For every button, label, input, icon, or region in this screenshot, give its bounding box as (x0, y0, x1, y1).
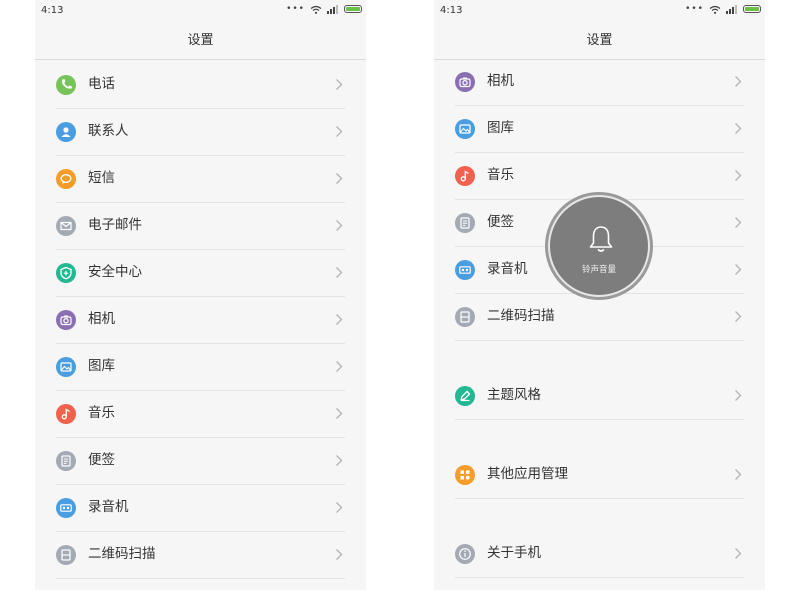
battery-icon (743, 5, 761, 13)
chevron-right-icon (335, 263, 343, 282)
settings-item-label: 音乐 (88, 405, 115, 421)
settings-item-label: 短信 (88, 170, 115, 186)
settings-item[interactable]: 相机 (455, 58, 744, 106)
status-time: 4:13 (440, 5, 463, 16)
chevron-right-icon (734, 386, 742, 405)
settings-item-label: 电话 (88, 76, 115, 92)
chevron-right-icon (335, 122, 343, 141)
settings-item[interactable]: 二维码扫描 (56, 531, 345, 579)
chevron-right-icon (734, 260, 742, 279)
chevron-right-icon (335, 75, 343, 94)
wifi-icon (310, 5, 322, 14)
recorder-icon (56, 497, 76, 518)
settings-item-label: 图库 (88, 358, 115, 374)
gallery-icon (56, 356, 76, 377)
settings-item-label: 关于手机 (487, 545, 541, 561)
notification-dots-icon: ••• (286, 4, 305, 14)
bell-icon (589, 226, 613, 252)
settings-item-label: 便签 (487, 214, 514, 230)
notification-dots-icon: ••• (685, 4, 704, 14)
chevron-right-icon (734, 307, 742, 326)
settings-item-label: 二维码扫描 (487, 308, 555, 324)
wifi-icon (709, 5, 721, 14)
settings-item[interactable]: 电话 (56, 61, 345, 109)
page-title: 设置 (35, 22, 366, 60)
settings-item[interactable]: 短信 (56, 155, 345, 203)
signal-icon (726, 4, 737, 14)
signal-icon (327, 4, 338, 14)
status-bar: 4:13 ••• (35, 0, 366, 22)
settings-item[interactable]: 相机 (56, 296, 345, 344)
contacts-icon (56, 121, 76, 142)
settings-item[interactable]: 音乐 (455, 152, 744, 200)
chevron-right-icon (335, 169, 343, 188)
settings-item-label: 便签 (88, 452, 115, 468)
settings-item[interactable]: 电子邮件 (56, 202, 345, 250)
settings-item-label: 联系人 (88, 123, 129, 139)
settings-item-label: 录音机 (487, 261, 528, 277)
settings-item-label: 相机 (88, 311, 115, 327)
chevron-right-icon (335, 498, 343, 517)
chevron-right-icon (335, 545, 343, 564)
status-time: 4:13 (41, 5, 64, 16)
qr-scan-icon (56, 544, 76, 565)
battery-icon (344, 5, 362, 13)
phone-icon (56, 74, 76, 95)
notes-icon (56, 450, 76, 471)
settings-item-label: 图库 (487, 120, 514, 136)
chevron-right-icon (335, 357, 343, 376)
recorder-icon (455, 259, 475, 280)
theme-icon (455, 385, 475, 406)
settings-item[interactable]: 音乐 (56, 390, 345, 438)
chevron-right-icon (734, 544, 742, 563)
settings-item-label: 电子邮件 (88, 217, 142, 233)
chevron-right-icon (734, 213, 742, 232)
message-icon (56, 168, 76, 189)
settings-screen-left: 4:13 ••• 设置 电话联系人短信电子邮件安全中心相机图库音乐便签录音机二维… (35, 0, 366, 590)
chevron-right-icon (734, 465, 742, 484)
settings-item-label: 相机 (487, 73, 514, 89)
settings-item[interactable]: 录音机 (56, 484, 345, 532)
settings-item[interactable]: 图库 (56, 343, 345, 391)
email-icon (56, 215, 76, 236)
chevron-right-icon (335, 216, 343, 235)
shield-icon (56, 262, 76, 283)
apps-icon (455, 464, 475, 485)
ringtone-volume-overlay[interactable]: 铃声音量 (548, 195, 650, 297)
settings-item[interactable]: 主题风格 (455, 372, 744, 420)
camera-icon (56, 309, 76, 330)
settings-item[interactable]: 二维码扫描 (455, 293, 744, 341)
settings-item[interactable]: 图库 (455, 105, 744, 153)
settings-item-label: 主题风格 (487, 387, 541, 403)
qr-scan-icon (455, 306, 475, 327)
settings-item-label: 二维码扫描 (88, 546, 156, 562)
camera-icon (455, 71, 475, 92)
info-icon (455, 543, 475, 564)
volume-label: 铃声音量 (581, 265, 616, 275)
chevron-right-icon (335, 404, 343, 423)
settings-item[interactable]: 其他应用管理 (455, 451, 744, 499)
settings-item[interactable]: 安全中心 (56, 249, 345, 297)
settings-item[interactable]: 关于手机 (455, 530, 744, 578)
gallery-icon (455, 118, 475, 139)
settings-item[interactable]: 联系人 (56, 108, 345, 156)
notes-icon (455, 212, 475, 233)
settings-item-label: 音乐 (487, 167, 514, 183)
settings-item-label: 其他应用管理 (487, 466, 568, 482)
chevron-right-icon (335, 451, 343, 470)
settings-item-label: 安全中心 (88, 264, 142, 280)
music-icon (455, 165, 475, 186)
settings-item[interactable]: 便签 (56, 437, 345, 485)
settings-item-label: 录音机 (88, 499, 129, 515)
settings-list: 相机图库音乐便签录音机二维码扫描主题风格其他应用管理 关于手机 (434, 61, 765, 590)
chevron-right-icon (734, 119, 742, 138)
page-title: 设置 (434, 22, 765, 60)
status-bar: 4:13 ••• (434, 0, 765, 22)
settings-list: 电话联系人短信电子邮件安全中心相机图库音乐便签录音机二维码扫描 (35, 61, 366, 590)
music-icon (56, 403, 76, 424)
chevron-right-icon (335, 310, 343, 329)
chevron-right-icon (734, 72, 742, 91)
chevron-right-icon (734, 166, 742, 185)
